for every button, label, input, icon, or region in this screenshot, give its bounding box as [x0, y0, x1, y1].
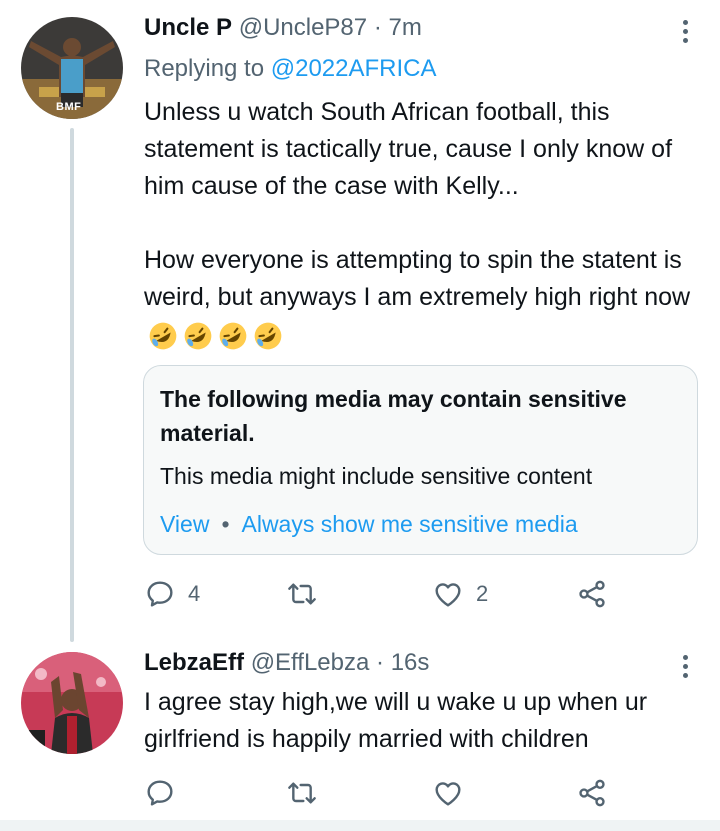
- more-options-icon[interactable]: [682, 655, 690, 682]
- retweet-button[interactable]: [286, 574, 330, 614]
- emoji-row: [148, 317, 282, 354]
- sensitive-media-warning: The following media may contain sensitiv…: [143, 365, 698, 555]
- sensitive-media-title: The following media may contain sensitiv…: [160, 386, 627, 446]
- view-media-link[interactable]: View: [160, 511, 209, 537]
- tweet-header: Uncle P @UncleP87 · 7m: [144, 14, 422, 42]
- timestamp[interactable]: 16s: [391, 649, 430, 676]
- tweet-text-paragraph-1: Unless u watch South African football, t…: [144, 98, 673, 200]
- like-button[interactable]: 2: [432, 574, 488, 614]
- like-count: 2: [476, 581, 489, 606]
- tweet-text: Unless u watch South African football, t…: [144, 94, 704, 354]
- display-name[interactable]: LebzaEff: [144, 649, 244, 676]
- share-button[interactable]: [576, 773, 608, 813]
- reply-button[interactable]: 4: [144, 574, 200, 614]
- share-icon: [579, 580, 605, 608]
- bottom-divider: [0, 820, 720, 831]
- timestamp[interactable]: 7m: [388, 14, 421, 41]
- avatar-logo-text: BMF: [56, 101, 82, 113]
- reply-count: 4: [188, 581, 201, 606]
- replying-to-label: Replying to: [144, 55, 265, 82]
- display-name[interactable]: Uncle P: [144, 14, 232, 41]
- tweet-text-paragraph-1: I agree stay high,we will u wake u up wh…: [144, 688, 648, 753]
- heart-icon: [435, 782, 461, 806]
- retweet-button[interactable]: [286, 773, 330, 813]
- tweet-header: LebzaEff @EffLebza · 16s: [144, 649, 429, 677]
- reply-button[interactable]: [144, 773, 188, 813]
- tweet-actions: 4 2: [144, 574, 614, 614]
- reply-icon: [147, 780, 173, 806]
- share-button[interactable]: [576, 574, 608, 614]
- tweet-text-paragraph-2-text: How everyone is attempting to spin the s…: [144, 246, 691, 311]
- avatar[interactable]: BMF: [21, 17, 123, 119]
- rolling-on-floor-laughing-icon: [254, 322, 282, 350]
- tweet-actions: [144, 773, 614, 813]
- retweet-icon: [288, 782, 316, 804]
- bullet-separator: •: [221, 511, 230, 537]
- rolling-on-floor-laughing-icon: [219, 322, 247, 350]
- rolling-on-floor-laughing-icon: [184, 322, 212, 350]
- sensitive-media-description: This media might include sensitive conte…: [160, 463, 593, 489]
- more-options-icon[interactable]: [682, 20, 690, 47]
- retweet-icon: [288, 583, 316, 605]
- heart-icon: [435, 583, 461, 607]
- sensitive-media-actions: View • Always show me sensitive media: [160, 511, 578, 538]
- tweet-text: I agree stay high,we will u wake u up wh…: [144, 684, 704, 758]
- replying-to: Replying to @2022AFRICA: [144, 55, 437, 83]
- avatar-photo-icon: [21, 652, 123, 754]
- user-handle[interactable]: @EffLebza: [251, 649, 370, 676]
- like-button[interactable]: [432, 773, 476, 813]
- user-handle[interactable]: @UncleP87: [239, 14, 367, 41]
- separator-dot: ·: [373, 14, 382, 41]
- tweet-text-paragraph-2: How everyone is attempting to spin the s…: [144, 242, 704, 354]
- avatar[interactable]: [21, 652, 123, 754]
- rolling-on-floor-laughing-icon: [149, 322, 177, 350]
- always-show-sensitive-media-link[interactable]: Always show me sensitive media: [242, 511, 578, 537]
- thread-line: [70, 128, 74, 642]
- replying-to-handle-link[interactable]: @2022AFRICA: [271, 55, 437, 82]
- reply-icon: [147, 581, 173, 607]
- separator-dot: ·: [376, 649, 385, 676]
- share-icon: [579, 779, 605, 807]
